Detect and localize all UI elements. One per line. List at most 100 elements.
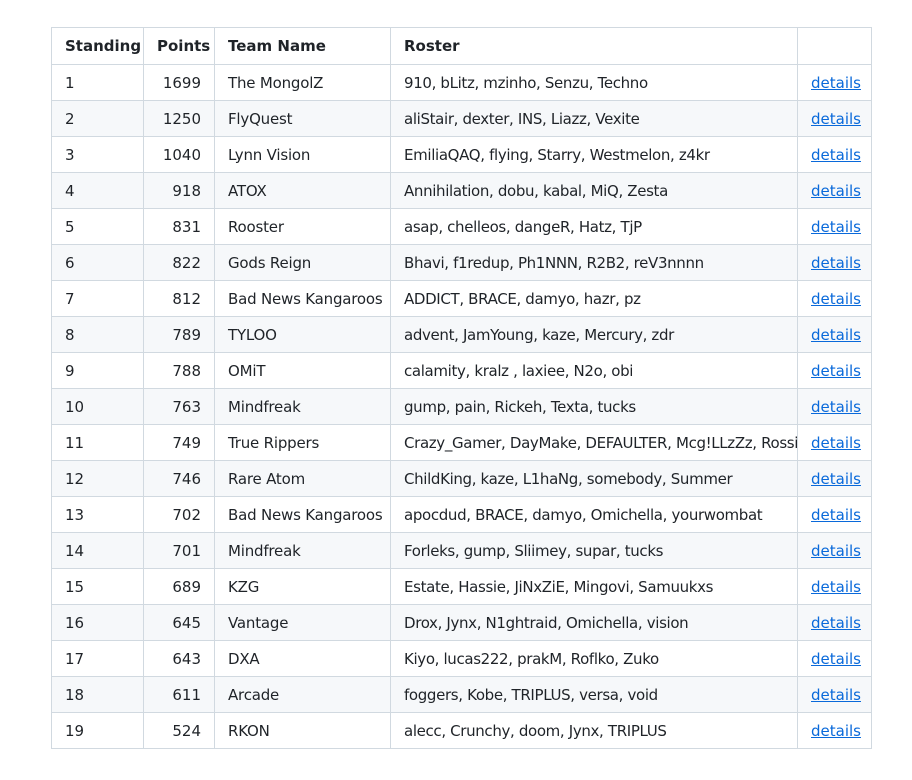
- details-link[interactable]: details: [811, 146, 861, 164]
- cell-roster: advent, JamYoung, kaze, Mercury, zdr: [390, 316, 798, 353]
- cell-roster: Crazy_Gamer, DayMake, DEFAULTER, Mcg!LLz…: [390, 424, 798, 461]
- table-row: 13 702 Bad News Kangaroos apocdud, BRACE, d…: [51, 496, 872, 533]
- cell-team-name: Rooster: [214, 208, 391, 245]
- cell-points: 763: [143, 388, 215, 425]
- cell-details: details: [797, 568, 872, 605]
- table-row: 1 1699 The MongolZ 910, bLitz, mzinho, Senz…: [51, 64, 872, 101]
- cell-roster: Kiyo, lucas222, prakM, Roflko, Zuko: [390, 640, 798, 677]
- details-link[interactable]: details: [811, 578, 861, 596]
- cell-roster: EmiliaQAQ, flying, Starry, Westmelon, z4…: [390, 136, 798, 173]
- cell-team-name: TYLOO: [214, 316, 391, 353]
- cell-standing: 7: [51, 280, 144, 317]
- cell-team-name: Arcade: [214, 676, 391, 713]
- cell-points: 918: [143, 172, 215, 209]
- details-link[interactable]: details: [811, 254, 861, 272]
- header-points: Points: [143, 27, 215, 65]
- cell-details: details: [797, 172, 872, 209]
- cell-details: details: [797, 316, 872, 353]
- cell-points: 812: [143, 280, 215, 317]
- cell-points: 788: [143, 352, 215, 389]
- details-link[interactable]: details: [811, 506, 861, 524]
- cell-team-name: Mindfreak: [214, 388, 391, 425]
- header-details: [797, 27, 872, 65]
- details-link[interactable]: details: [811, 218, 861, 236]
- cell-roster: Drox, Jynx, N1ghtraid, Omichella, vision: [390, 604, 798, 641]
- cell-standing: 10: [51, 388, 144, 425]
- header-roster: Roster: [390, 27, 798, 65]
- table-row: 6 822 Gods Reign Bhavi, f1redup, Ph1NNN, R2…: [51, 244, 872, 281]
- details-link[interactable]: details: [811, 434, 861, 452]
- details-link[interactable]: details: [811, 650, 861, 668]
- cell-standing: 8: [51, 316, 144, 353]
- cell-roster: Annihilation, dobu, kabal, MiQ, Zesta: [390, 172, 798, 209]
- cell-roster: aliStair, dexter, INS, Liazz, Vexite: [390, 100, 798, 137]
- cell-details: details: [797, 532, 872, 569]
- cell-details: details: [797, 64, 872, 101]
- cell-points: 611: [143, 676, 215, 713]
- cell-details: details: [797, 676, 872, 713]
- details-link[interactable]: details: [811, 614, 861, 632]
- details-link[interactable]: details: [811, 686, 861, 704]
- cell-team-name: Gods Reign: [214, 244, 391, 281]
- cell-details: details: [797, 496, 872, 533]
- details-link[interactable]: details: [811, 398, 861, 416]
- cell-team-name: Vantage: [214, 604, 391, 641]
- cell-roster: Forleks, gump, Sliimey, supar, tucks: [390, 532, 798, 569]
- cell-roster: foggers, Kobe, TRIPLUS, versa, void: [390, 676, 798, 713]
- details-link[interactable]: details: [811, 362, 861, 380]
- cell-standing: 4: [51, 172, 144, 209]
- cell-points: 822: [143, 244, 215, 281]
- cell-details: details: [797, 388, 872, 425]
- cell-roster: gump, pain, Rickeh, Texta, tucks: [390, 388, 798, 425]
- cell-roster: ADDICT, BRACE, damyo, hazr, pz: [390, 280, 798, 317]
- cell-points: 702: [143, 496, 215, 533]
- table-row: 17 643 DXA Kiyo, lucas222, prakM, Roflko, Z…: [51, 640, 872, 677]
- details-link[interactable]: details: [811, 542, 861, 560]
- cell-points: 1040: [143, 136, 215, 173]
- table-row: 14 701 Mindfreak Forleks, gump, Sliimey, su…: [51, 532, 872, 569]
- cell-standing: 16: [51, 604, 144, 641]
- cell-standing: 6: [51, 244, 144, 281]
- cell-standing: 3: [51, 136, 144, 173]
- cell-details: details: [797, 424, 872, 461]
- cell-standing: 9: [51, 352, 144, 389]
- table-row: 5 831 Rooster asap, chelleos, dangeR, Hatz,…: [51, 208, 872, 245]
- table-row: 7 812 Bad News Kangaroos ADDICT, BRACE, dam…: [51, 280, 872, 317]
- cell-details: details: [797, 604, 872, 641]
- table-row: 10 763 Mindfreak gump, pain, Rickeh, Texta,…: [51, 388, 872, 425]
- table-row: 19 524 RKON alecc, Crunchy, doom, Jynx, TRI…: [51, 712, 872, 749]
- cell-standing: 2: [51, 100, 144, 137]
- table-row: 11 749 True Rippers Crazy_Gamer, DayMake, D…: [51, 424, 872, 461]
- details-link[interactable]: details: [811, 326, 861, 344]
- cell-roster: apocdud, BRACE, damyo, Omichella, yourwo…: [390, 496, 798, 533]
- table-row: 18 611 Arcade foggers, Kobe, TRIPLUS, versa…: [51, 676, 872, 713]
- cell-points: 789: [143, 316, 215, 353]
- cell-standing: 17: [51, 640, 144, 677]
- standings-table: Standing Points Team Name Roster 1 1699 Th…: [51, 27, 872, 749]
- details-link[interactable]: details: [811, 110, 861, 128]
- cell-roster: 910, bLitz, mzinho, Senzu, Techno: [390, 64, 798, 101]
- cell-points: 524: [143, 712, 215, 749]
- table-row: 16 645 Vantage Drox, Jynx, N1ghtraid, Omich…: [51, 604, 872, 641]
- details-link[interactable]: details: [811, 74, 861, 92]
- details-link[interactable]: details: [811, 722, 861, 740]
- table-body: 1 1699 The MongolZ 910, bLitz, mzinho, Senz…: [51, 64, 872, 749]
- cell-standing: 11: [51, 424, 144, 461]
- table-row: 2 1250 FlyQuest aliStair, dexter, INS, Liaz…: [51, 100, 872, 137]
- cell-team-name: Lynn Vision: [214, 136, 391, 173]
- cell-points: 1250: [143, 100, 215, 137]
- table-row: 4 918 ATOX Annihilation, dobu, kabal, MiQ, …: [51, 172, 872, 209]
- details-link[interactable]: details: [811, 182, 861, 200]
- cell-team-name: KZG: [214, 568, 391, 605]
- cell-standing: 5: [51, 208, 144, 245]
- cell-details: details: [797, 640, 872, 677]
- cell-team-name: Bad News Kangaroos: [214, 280, 391, 317]
- cell-roster: asap, chelleos, dangeR, Hatz, TjP: [390, 208, 798, 245]
- cell-details: details: [797, 280, 872, 317]
- cell-roster: calamity, kralz , laxiee, N2o, obi: [390, 352, 798, 389]
- details-link[interactable]: details: [811, 470, 861, 488]
- cell-details: details: [797, 352, 872, 389]
- details-link[interactable]: details: [811, 290, 861, 308]
- cell-team-name: The MongolZ: [214, 64, 391, 101]
- cell-standing: 1: [51, 64, 144, 101]
